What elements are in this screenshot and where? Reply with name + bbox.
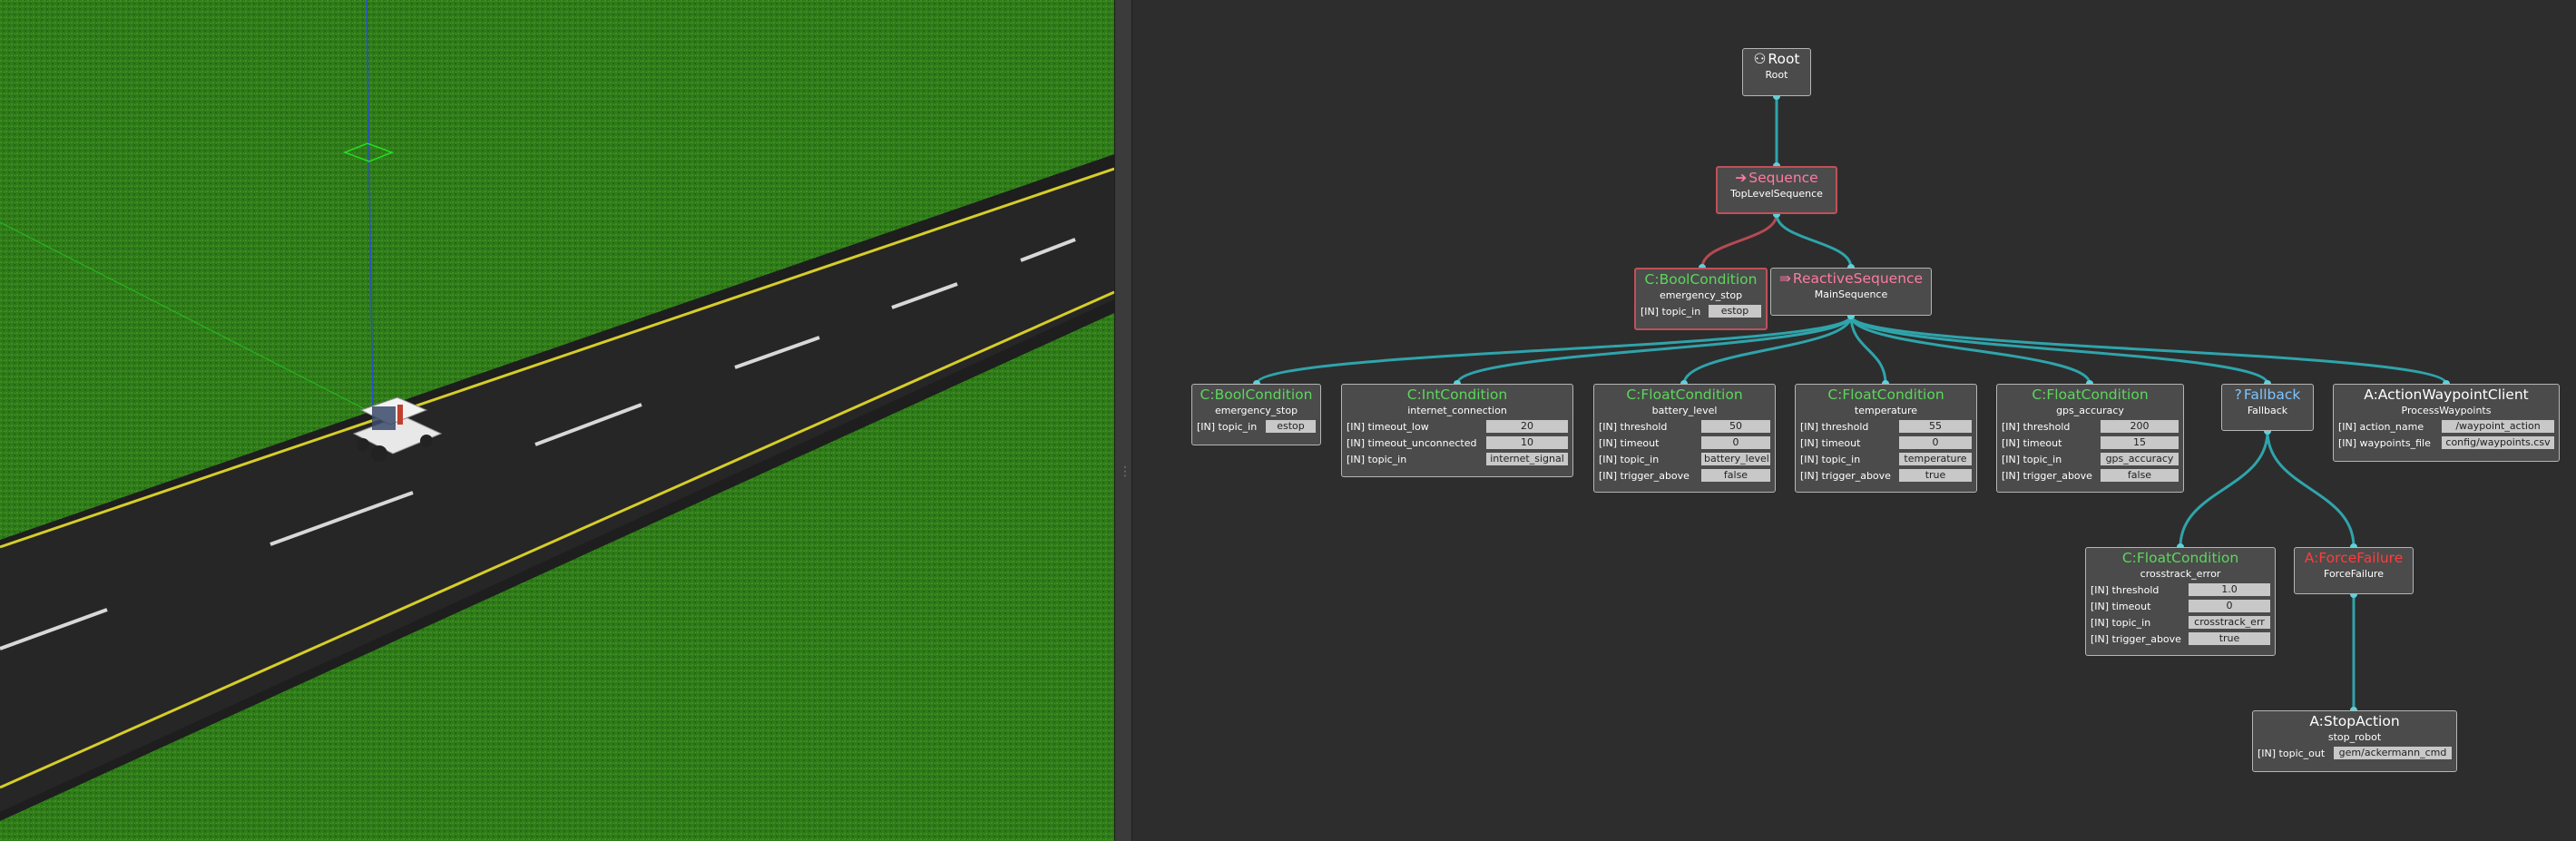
port-value[interactable]: crosstrack_err (2189, 616, 2270, 629)
port-value[interactable]: estop (1709, 305, 1761, 318)
port-value[interactable]: estop (1266, 420, 1316, 433)
port-row: [IN] trigger_above false (1599, 468, 1770, 483)
port-value[interactable]: gem/ackermann_cmd (2334, 747, 2452, 759)
port-row: [IN] topic_out gem/ackermann_cmd (2258, 746, 2452, 760)
node-fallback[interactable]: ? Fallback Fallback (2221, 384, 2314, 431)
port-row: [IN] threshold 1.0 (2091, 582, 2270, 597)
port-row: [IN] trigger_above true (1800, 468, 1972, 483)
port-row: [IN] action_name/waypoint_action (2338, 419, 2554, 434)
port-value[interactable]: 15 (2101, 436, 2179, 449)
port-row: [IN] trigger_above true (2091, 631, 2270, 646)
port-row: [IN] timeout 0 (1599, 435, 1770, 450)
arrow-right-icon: ➔ (1735, 170, 1748, 186)
port-value[interactable]: 55 (1899, 420, 1972, 433)
port-value[interactable]: 20 (1486, 420, 1568, 433)
tree-edge (2179, 430, 2269, 548)
port-value[interactable]: /waypoint_action (2442, 420, 2554, 433)
port-row: [IN] threshold 50 (1599, 419, 1770, 434)
port-value[interactable]: gps_accuracy (2101, 453, 2179, 465)
port-row: [IN] threshold 200 (2002, 419, 2179, 434)
port-value[interactable]: 0 (2189, 600, 2270, 612)
question-icon: ? (2234, 386, 2242, 403)
port-row: [IN] trigger_above false (2002, 468, 2179, 483)
node-root[interactable]: ⚇ Root Root (1742, 48, 1811, 96)
node-reactive-sequence[interactable]: ⇛ ReactiveSequence MainSequence (1770, 268, 1932, 316)
tree-edge (1700, 213, 1778, 269)
simulation-viewport[interactable] (0, 0, 1114, 841)
port-row: [IN] topic_in temperature (1800, 452, 1972, 466)
port-row: [IN] timeout 0 (2091, 599, 2270, 613)
node-bool-condition[interactable]: C:BoolCondition emergency_stop [IN] topi… (1191, 384, 1321, 445)
port-row: [IN] timeout 0 (1800, 435, 1972, 450)
port-value[interactable]: 200 (2101, 420, 2179, 433)
port-value[interactable]: true (2189, 632, 2270, 645)
node-int-condition[interactable]: C:IntCondition internet_connection [IN] … (1341, 384, 1573, 477)
port-row: [IN] timeout_low 20 (1347, 419, 1568, 434)
node-float-condition-gps[interactable]: C:FloatCondition gps_accuracy [IN] thres… (1996, 384, 2184, 493)
node-force-failure[interactable]: A:ForceFailure ForceFailure (2294, 547, 2414, 594)
port-value[interactable]: false (2101, 469, 2179, 482)
port-value[interactable]: battery_level (1701, 453, 1770, 465)
port-value[interactable]: 1.0 (2189, 583, 2270, 596)
port-row: [IN] timeout_unconnected 10 (1347, 435, 1568, 450)
tree-edge (1849, 315, 2269, 385)
port-value[interactable]: 10 (1486, 436, 1568, 449)
port-row: [IN] topic_in estop (1197, 419, 1316, 434)
reactive-arrow-icon: ⇛ (1778, 270, 1791, 287)
port-row: [IN] threshold 55 (1800, 419, 1972, 434)
port-value[interactable]: 0 (1701, 436, 1770, 449)
port-value[interactable]: true (1899, 469, 1972, 482)
node-stop-action[interactable]: A:StopAction stop_robot [IN] topic_out ge… (2252, 710, 2457, 772)
sim-scene (0, 0, 1114, 841)
node-float-condition-battery[interactable]: C:FloatCondition battery_level [IN] thre… (1593, 384, 1776, 493)
port-row: [IN] topic_in internet_signal (1347, 452, 1568, 466)
node-float-condition-crosstrack[interactable]: C:FloatCondition crosstrack_error [IN] t… (2085, 547, 2276, 656)
port-value[interactable]: temperature (1899, 453, 1972, 465)
port-value[interactable]: config/waypoints.csv (2442, 436, 2554, 449)
tree-icon: ⚇ (1753, 51, 1767, 67)
splitter-grip-icon[interactable]: ⋮ (1119, 465, 1131, 486)
node-action-waypoint-client[interactable]: A:ActionWaypointClient ProcessWaypoints … (2333, 384, 2560, 462)
node-bool-condition-estop[interactable]: C:BoolCondition emergency_stop [IN] topi… (1634, 268, 1768, 330)
port-value[interactable]: false (1701, 469, 1770, 482)
tree-edge (1775, 213, 1853, 269)
behavior-tree-canvas[interactable]: ⚇ Root Root ➔ Sequence TopLevelSequence C:… (1132, 0, 2576, 841)
port-row: [IN] topic_in battery_level (1599, 453, 1770, 465)
port-row: [IN] timeout 15 (2002, 435, 2179, 450)
port-row: [IN] topic_in crosstrack_err (2091, 615, 2270, 630)
panel-splitter[interactable]: ⋮ (1114, 0, 1132, 841)
node-sequence[interactable]: ➔ Sequence TopLevelSequence (1716, 166, 1837, 214)
port-value[interactable]: internet_signal (1486, 453, 1568, 465)
node-float-condition-temperature[interactable]: C:FloatCondition temperature [IN] thresh… (1795, 384, 1977, 493)
port-row: [IN] topic_in gps_accuracy (2002, 452, 2179, 466)
tree-edge (1849, 315, 2448, 385)
port-value[interactable]: 0 (1899, 436, 1972, 449)
port-row: [IN] waypoints_file config/waypoints.csv (2338, 435, 2554, 450)
port-value[interactable]: 50 (1701, 420, 1770, 433)
port-row: [IN] topic_in estop (1641, 304, 1761, 318)
